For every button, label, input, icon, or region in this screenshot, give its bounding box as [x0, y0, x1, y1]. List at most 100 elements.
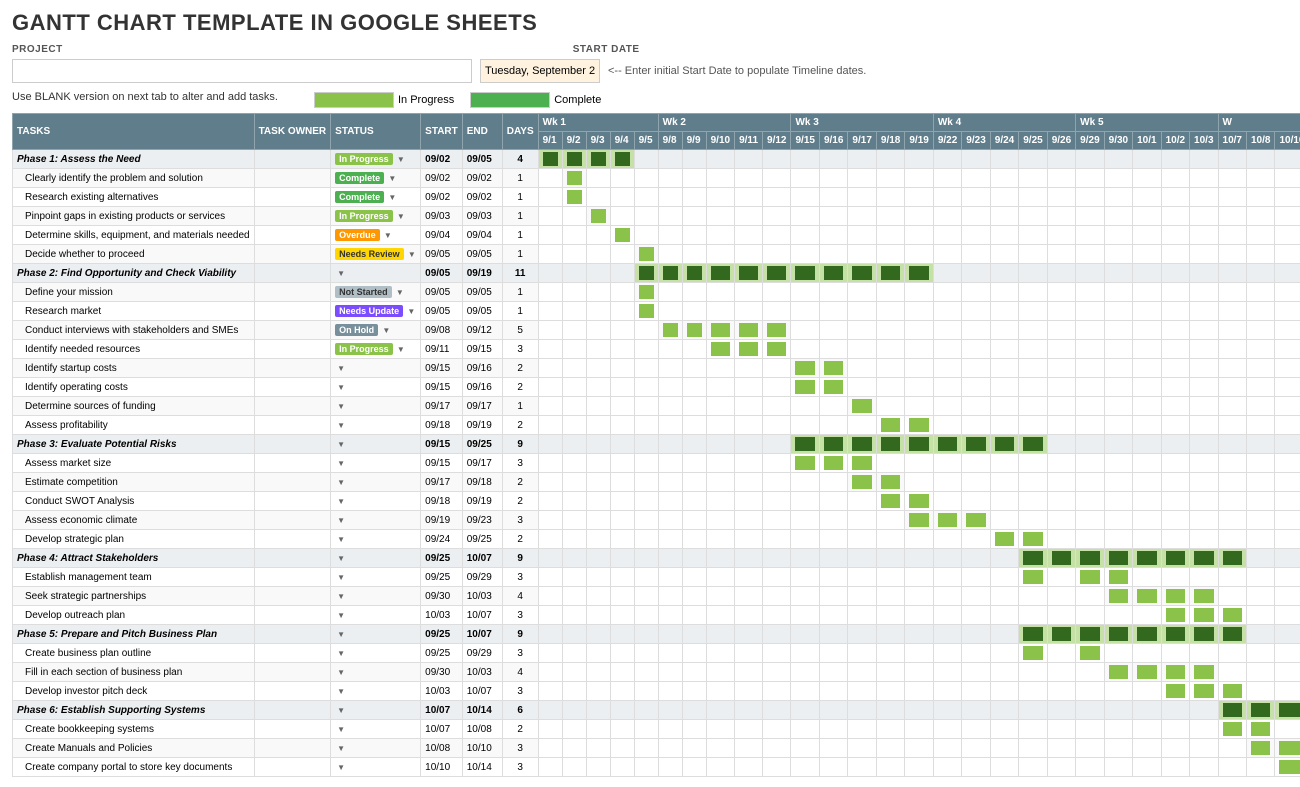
bar-cell [1047, 701, 1075, 720]
status-dropdown-arrow[interactable]: ▼ [337, 744, 345, 753]
bar-cell [763, 682, 791, 701]
in-progress-label: In Progress [398, 94, 454, 106]
status-cell: ▼ [331, 264, 421, 283]
bar-cell [1133, 264, 1161, 283]
status-dropdown-arrow[interactable]: ▼ [337, 459, 345, 468]
phase-row: Phase 6: Establish Supporting Systems▼10… [13, 701, 1300, 720]
bar-cell [1104, 302, 1132, 321]
status-dropdown-arrow[interactable]: ▼ [337, 554, 345, 563]
end-cell: 09/03 [462, 207, 502, 226]
bar-cell [848, 264, 876, 283]
bar-cell [562, 454, 586, 473]
status-dropdown-arrow[interactable]: ▼ [394, 288, 404, 297]
status-dropdown-arrow[interactable]: ▼ [337, 516, 345, 525]
bar-cell [610, 720, 634, 739]
status-dropdown-arrow[interactable]: ▼ [380, 326, 390, 335]
table-row: Conduct interviews with stakeholders and… [13, 321, 1300, 340]
bar-cell [682, 758, 706, 777]
status-dropdown-arrow[interactable]: ▼ [337, 592, 345, 601]
status-dropdown-arrow[interactable]: ▼ [337, 668, 345, 677]
bar-cell [1047, 587, 1075, 606]
bar-cell [1246, 302, 1274, 321]
end-cell: 09/02 [462, 169, 502, 188]
bar-cell [848, 226, 876, 245]
status-dropdown-arrow[interactable]: ▼ [337, 535, 345, 544]
status-dropdown-arrow[interactable]: ▼ [337, 440, 345, 449]
status-dropdown-arrow[interactable]: ▼ [337, 573, 345, 582]
bar-cell [538, 169, 562, 188]
days-cell: 2 [502, 530, 538, 549]
bar-cell [1246, 606, 1274, 625]
bar-cell [819, 340, 847, 359]
status-dropdown-arrow[interactable]: ▼ [337, 383, 345, 392]
bar-cell [682, 302, 706, 321]
bar-cell [1218, 644, 1246, 663]
bar-cell [933, 435, 961, 454]
bar-cell [1161, 492, 1189, 511]
status-dropdown-arrow[interactable]: ▼ [395, 345, 405, 354]
start-date-input[interactable] [480, 59, 600, 83]
bar-cell [586, 321, 610, 340]
bar-cell [791, 625, 819, 644]
bar-cell [586, 454, 610, 473]
bar-cell [538, 188, 562, 207]
bar-cell [634, 549, 658, 568]
bar-cell [1047, 435, 1075, 454]
status-dropdown-arrow[interactable]: ▼ [337, 687, 345, 696]
project-input[interactable] [12, 59, 472, 83]
bar-cell [1190, 150, 1218, 169]
bar-cell [1076, 758, 1104, 777]
status-dropdown-arrow[interactable]: ▼ [386, 174, 396, 183]
bar-cell [538, 492, 562, 511]
status-cell: Overdue ▼ [331, 226, 421, 245]
bar-cell [1076, 321, 1104, 340]
status-dropdown-arrow[interactable]: ▼ [337, 497, 345, 506]
status-dropdown-arrow[interactable]: ▼ [337, 269, 345, 278]
status-dropdown-arrow[interactable]: ▼ [406, 250, 416, 259]
bar-cell [1190, 169, 1218, 188]
status-dropdown-arrow[interactable]: ▼ [337, 402, 345, 411]
gantt-bar [909, 418, 928, 432]
status-dropdown-arrow[interactable]: ▼ [337, 763, 345, 772]
bar-cell [538, 359, 562, 378]
bar-cell [905, 758, 933, 777]
bar-cell [1104, 473, 1132, 492]
task-cell: Determine skills, equipment, and materia… [13, 226, 255, 245]
bar-cell [905, 701, 933, 720]
owner-cell [254, 283, 331, 302]
wk4-header: Wk 4 [933, 114, 1075, 132]
status-dropdown-arrow[interactable]: ▼ [337, 706, 345, 715]
gantt-bar-phase [1251, 703, 1270, 717]
status-dropdown-arrow[interactable]: ▼ [337, 630, 345, 639]
table-row: Conduct SWOT Analysis▼09/1809/192 [13, 492, 1300, 511]
task-cell: Develop strategic plan [13, 530, 255, 549]
status-dropdown-arrow[interactable]: ▼ [405, 307, 415, 316]
start-cell: 09/15 [421, 359, 463, 378]
bar-cell [876, 492, 904, 511]
status-cell: ▼ [331, 644, 421, 663]
status-dropdown-arrow[interactable]: ▼ [382, 231, 392, 240]
gantt-bar [1194, 665, 1213, 679]
status-dropdown-arrow[interactable]: ▼ [395, 155, 405, 164]
bar-cell [763, 549, 791, 568]
status-dropdown-arrow[interactable]: ▼ [337, 421, 345, 430]
status-cell: ▼ [331, 454, 421, 473]
status-cell: Complete ▼ [331, 169, 421, 188]
bar-cell [876, 378, 904, 397]
status-dropdown-arrow[interactable]: ▼ [337, 649, 345, 658]
status-dropdown-arrow[interactable]: ▼ [337, 611, 345, 620]
status-dropdown-arrow[interactable]: ▼ [337, 725, 345, 734]
status-dropdown-arrow[interactable]: ▼ [337, 478, 345, 487]
status-dropdown-arrow[interactable]: ▼ [386, 193, 396, 202]
bar-cell [1246, 587, 1274, 606]
bar-cell [791, 739, 819, 758]
bar-cell [763, 739, 791, 758]
end-cell: 10/14 [462, 701, 502, 720]
end-cell: 09/17 [462, 454, 502, 473]
bar-cell [1104, 739, 1132, 758]
status-dropdown-arrow[interactable]: ▼ [395, 212, 405, 221]
gantt-bar [591, 209, 606, 223]
bar-cell [905, 188, 933, 207]
status-dropdown-arrow[interactable]: ▼ [337, 364, 345, 373]
bar-cell [791, 188, 819, 207]
